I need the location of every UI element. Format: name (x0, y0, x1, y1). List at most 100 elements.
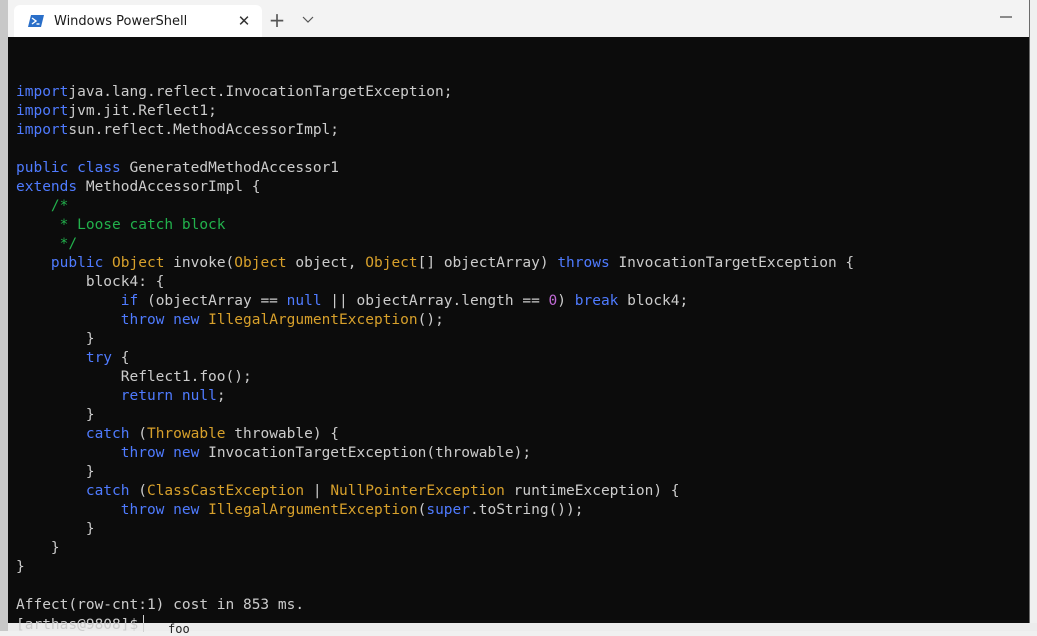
new-tab-button[interactable]: + (263, 8, 291, 32)
code-token: } (16, 464, 95, 480)
code-token: public (50, 255, 104, 271)
terminal-line: block4: { (16, 273, 854, 292)
code-token: catch (85, 426, 130, 442)
prompt-line[interactable]: [arthas@9808]$ (16, 615, 854, 634)
code-token: import (16, 103, 69, 119)
terminal-output[interactable]: importjava.lang.reflect.InvocationTarget… (8, 37, 1029, 633)
terminal-line: */ (16, 235, 854, 254)
code-token: MethodAccessorImpl { (77, 179, 261, 195)
code-token: throw (120, 502, 165, 518)
code-token: (objectArray == (138, 293, 287, 309)
terminal-line: public Object invoke(Object object, Obje… (16, 254, 854, 273)
text-cursor (143, 615, 145, 632)
terminal-line: throw new IllegalArgumentException(); (16, 311, 854, 330)
terminal-line: Reflect1.foo(); (16, 368, 854, 387)
code-token: * Loose catch block (50, 217, 226, 233)
code-token: throw (120, 312, 165, 328)
code-token: import (16, 84, 69, 100)
code-token: jvm.jit.Reflect1; (68, 103, 217, 119)
code-token: block4: { (16, 274, 165, 290)
code-token: Object (112, 255, 165, 271)
code-token: public (16, 160, 69, 176)
minimize-icon (1000, 16, 1012, 18)
code-token: IllegalArgumentException (208, 502, 418, 518)
code-token: { (112, 350, 130, 366)
code-token: Affect(row-cnt:1) cost in 853 ms. (16, 597, 305, 613)
terminal-line: * Loose catch block (16, 216, 854, 235)
terminal-line: importsun.reflect.MethodAccessorImpl; (16, 121, 854, 140)
code-token: class (77, 160, 121, 176)
minimize-button[interactable] (988, 4, 1024, 30)
code-token: invoke( (164, 255, 235, 271)
tab-dropdown-button[interactable] (296, 8, 320, 32)
code-token: try (85, 350, 113, 366)
background-window-edge (0, 0, 8, 631)
code-token: throws (557, 255, 610, 271)
code-token: extends (16, 179, 78, 195)
terminal-line: Affect(row-cnt:1) cost in 853 ms. (16, 596, 854, 615)
code-token: ; (216, 388, 226, 404)
code-token: [] objectArray) (417, 255, 558, 271)
terminal-line: importjava.lang.reflect.InvocationTarget… (16, 83, 854, 102)
code-listing: importjava.lang.reflect.InvocationTarget… (16, 64, 854, 634)
code-token: new (173, 445, 200, 461)
terminal-line: } (16, 463, 854, 482)
code-token: throwable) { (225, 426, 340, 442)
terminal-line: throw new InvocationTargetException(thro… (16, 444, 854, 463)
code-token: InvocationTargetException { (609, 255, 855, 271)
terminal-line: return null; (16, 387, 854, 406)
terminal-line: } (16, 520, 854, 539)
code-token: Object (234, 255, 287, 271)
code-token: /* (50, 198, 69, 214)
code-token: */ (50, 236, 78, 252)
terminal-window: Windows PowerShell ✕ + importjava.lang.r… (8, 0, 1030, 633)
code-token: super (426, 502, 470, 518)
terminal-line: throw new IllegalArgumentException(super… (16, 501, 854, 520)
powershell-icon (28, 15, 44, 27)
code-token: sun.reflect.MethodAccessorImpl; (68, 122, 340, 138)
code-token: InvocationTargetException(throwable); (199, 445, 532, 461)
code-token: } (16, 521, 95, 537)
terminal-line: } (16, 539, 854, 558)
code-token: if (120, 293, 139, 309)
code-token: Throwable (146, 426, 226, 442)
code-token: Object (365, 255, 418, 271)
code-token: Reflect1.foo(); (16, 369, 252, 385)
code-token: java.lang.reflect.InvocationTargetExcept… (68, 84, 453, 100)
terminal-line: try { (16, 349, 854, 368)
code-token: ( (129, 426, 147, 442)
code-token: new (173, 502, 200, 518)
code-token: IllegalArgumentException (208, 312, 418, 328)
close-tab-button[interactable]: ✕ (234, 11, 254, 31)
code-token: ClassCastException (146, 483, 305, 499)
code-token: null (181, 388, 217, 404)
terminal-line: } (16, 558, 854, 577)
code-token: || objectArray.length == (321, 293, 549, 309)
code-token: } (16, 559, 25, 575)
tab-title: Windows PowerShell (54, 13, 188, 29)
code-token: (); (417, 312, 444, 328)
code-token: | (304, 483, 331, 499)
tab-windows-powershell[interactable]: Windows PowerShell ✕ (14, 5, 262, 37)
title-bar[interactable]: Windows PowerShell ✕ + (8, 0, 1029, 37)
code-token: block4; (618, 293, 689, 309)
code-token: 0 (548, 293, 558, 309)
code-token: ( (129, 483, 147, 499)
code-token: GeneratedMethodAccessor1 (120, 160, 340, 176)
